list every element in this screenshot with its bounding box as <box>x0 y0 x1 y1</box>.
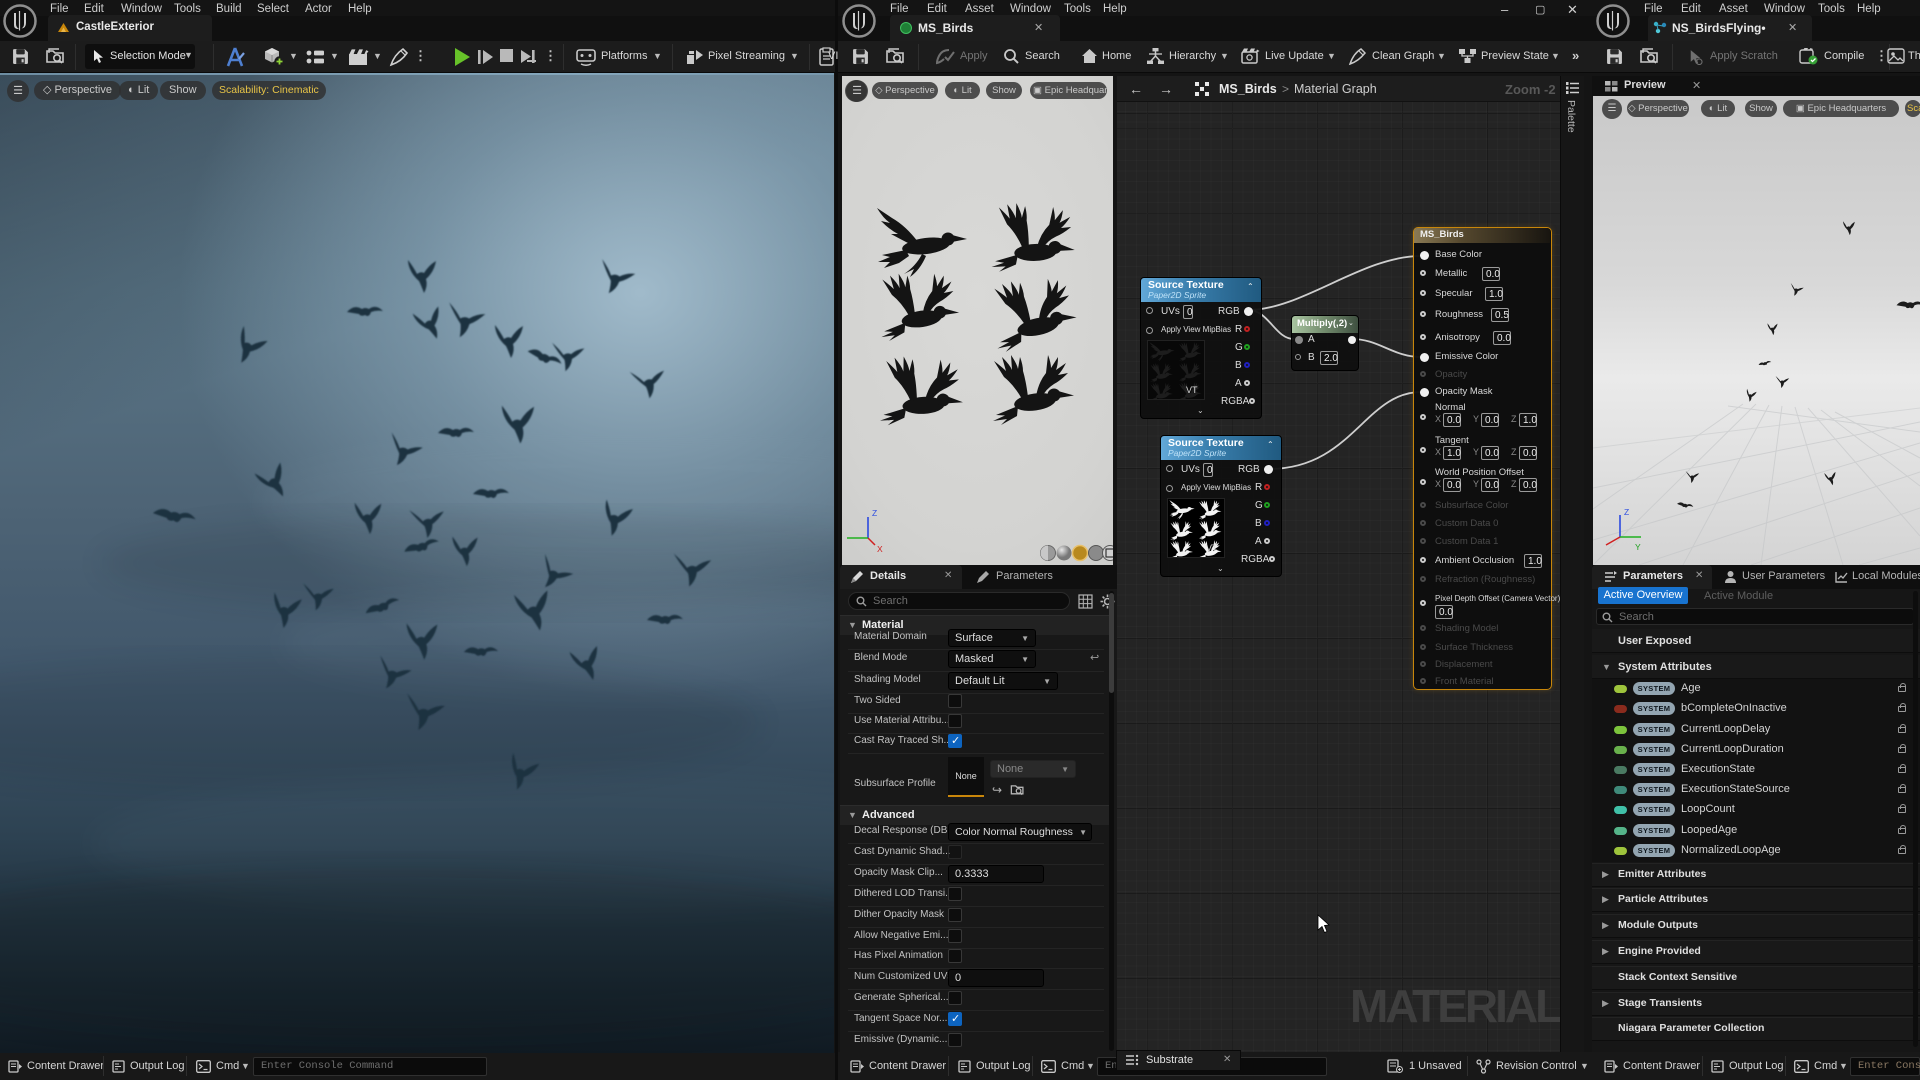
svg-text:Z: Z <box>1624 507 1629 517</box>
svg-text:Z: Z <box>872 508 877 518</box>
svg-text:Y: Y <box>1635 542 1641 552</box>
svg-text:X: X <box>877 544 883 554</box>
